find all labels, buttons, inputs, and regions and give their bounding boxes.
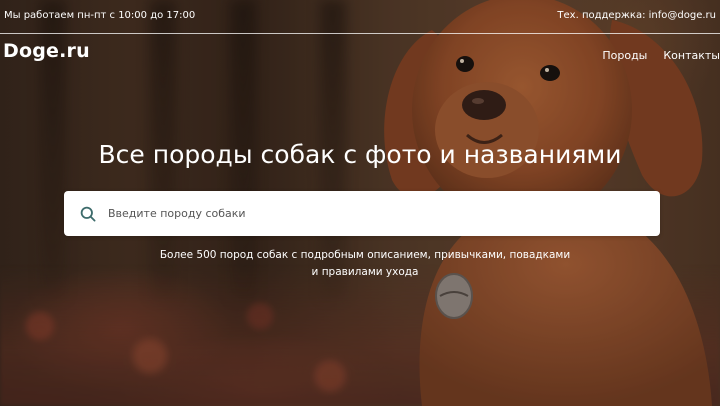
nav-item-contacts[interactable]: Контакты <box>663 49 720 62</box>
search-input[interactable] <box>108 191 660 236</box>
support-email[interactable]: Тех. поддержка: info@doge.ru <box>557 10 716 21</box>
search-icon[interactable] <box>80 206 96 222</box>
hero-description: Более 500 пород собак с подробным описан… <box>150 247 580 281</box>
working-hours: Мы работаем пн-пт с 10:00 до 17:00 <box>4 10 196 21</box>
search-box[interactable] <box>64 191 660 236</box>
hero-title: Все породы собак с фото и названиями <box>98 140 622 169</box>
hero-description-line-2: и правилами ухода <box>311 266 419 278</box>
site-logo[interactable]: Doge.ru <box>3 40 90 62</box>
main-nav: Породы Контакты <box>602 49 720 62</box>
hero-description-line-1: Более 500 пород собак с подробным описан… <box>159 249 571 261</box>
nav-item-breeds[interactable]: Породы <box>602 49 647 62</box>
top-bar: Мы работаем пн-пт с 10:00 до 17:00 Тех. … <box>0 0 720 34</box>
